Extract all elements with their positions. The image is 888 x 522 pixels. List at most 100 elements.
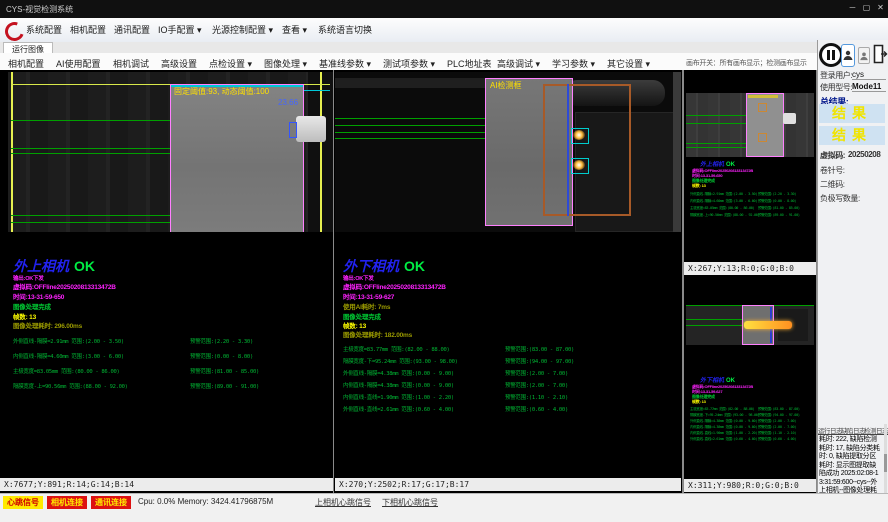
measurement: 内侧直线-隔膜=4.38mm 范围:(0.00 - 9.00): [690, 425, 757, 430]
tool-spotcheck-settings[interactable]: 点检设置 ▾: [209, 57, 252, 70]
minimize-icon[interactable]: ─: [846, 2, 859, 14]
time-line: 时间:13-31-59-650: [13, 291, 64, 301]
pause-icon: [827, 50, 830, 60]
tool-camera-config[interactable]: 相机配置: [8, 57, 44, 70]
app-window: CYS-视觉检测系统 ─ ▢ ✕ 系统配置 相机配置 通讯配置 IO手配置 ▾ …: [0, 0, 888, 522]
left-camera-image[interactable]: 固定阈值:93, 动态阈值:100 23.66: [8, 72, 333, 232]
user-icon: [842, 49, 854, 61]
warning-range: 预警范围:(1.10 - 2.10): [758, 431, 796, 436]
toolbar: 相机配置 AI使用配置 相机调试 高级设置 点检设置 ▾ 图像处理 ▾ 基准线参…: [0, 53, 817, 71]
middle-camera-title: 外下相机OK: [343, 256, 425, 276]
measurement: 外侧直线-直线=2.61mm 范围:(0.60 - 4.00): [690, 437, 757, 442]
warning-range: 预警范围:(94.00 - 97.00): [758, 413, 800, 418]
measurement: 外侧直线-隔膜=4.38mm 范围:(0.00 - 9.00): [690, 419, 757, 424]
panel-divider: [682, 70, 684, 493]
measurement: 隔膜宽度-上=90.56mm 范围:(88.00 - 92.00): [690, 213, 759, 218]
measurement: 外侧直线-直线=2.61mm 范围:(0.60 - 4.00): [343, 405, 454, 413]
measurement: 隔膜宽度-下=95.24mm 范围:(93.00 - 98.00): [690, 413, 759, 418]
window-title: CYS-视觉检测系统: [6, 4, 73, 15]
lower-result-box: 结果: [819, 126, 885, 145]
title-bar: CYS-视觉检测系统 ─ ▢ ✕: [0, 0, 888, 18]
pause-icon: [832, 50, 835, 60]
warning-range: 预警范围:(1.10 - 2.10): [505, 393, 568, 401]
menu-light-config[interactable]: 光源控制配置 ▾: [212, 23, 273, 36]
warning-range: 预警范围:(0.60 - 4.00): [758, 437, 796, 442]
menu-bar: 系统配置 相机配置 通讯配置 IO手配置 ▾ 光源控制配置 ▾ 查看 ▾ 系统语…: [0, 18, 888, 43]
machine-edge: [673, 72, 681, 232]
pause-button[interactable]: [819, 43, 843, 67]
barcode-line: 虚拟码:OFFline2025020813313472B: [13, 281, 116, 291]
middle-pixel-coordinates: X:270;Y:2502;R:17;G:17;B:17: [335, 478, 681, 491]
maximize-icon[interactable]: ▢: [860, 2, 873, 14]
machine-rail: [335, 78, 485, 88]
result-ok-badge: OK: [74, 258, 95, 274]
elapsed-line: 图像处理耗时: 296.00ms: [13, 320, 82, 330]
warning-range: 预警范围:(2.00 - 7.00): [758, 419, 796, 424]
lower-camera-heartbeat-link[interactable]: 下相机心跳信号: [382, 497, 438, 508]
model-value[interactable]: Mode11: [852, 82, 886, 92]
menu-camera-config[interactable]: 相机配置: [70, 23, 106, 36]
measurement: 主极宽度=83.77mm 范围:(82.00 - 88.00): [343, 345, 449, 353]
mini-upper-camera-image[interactable]: [686, 93, 814, 157]
measurement: 外侧直线-隔膜=2.91mm 范围:(2.00 - 3.50): [690, 192, 757, 197]
camera-connection-badge: 相机连接: [47, 496, 87, 509]
log-scrollbar-thumb[interactable]: [884, 454, 887, 472]
tool-learning-params[interactable]: 学习参数 ▾: [552, 57, 595, 70]
heartbeat-status-badge: 心跳信号: [3, 496, 43, 509]
tool-ai-config[interactable]: AI使用配置: [56, 57, 101, 70]
virtual-code-label: 虚拟码:: [820, 150, 845, 161]
close-icon[interactable]: ✕: [874, 2, 887, 14]
measurement: 隔膜宽度-上=90.56mm 范围:(88.00 - 92.00): [13, 382, 128, 390]
gripper-connector: [296, 116, 326, 142]
user-secondary-icon: [859, 51, 869, 61]
left-camera-title: 外上相机 OK: [13, 256, 95, 276]
tool-plc-address[interactable]: PLC地址表: [447, 57, 492, 70]
tool-baseline-params[interactable]: 基准线参数 ▾: [319, 57, 371, 70]
mini-upper-title: 外上相机OK: [700, 159, 735, 168]
ai-time-line: 使用AI耗时: 7ms: [343, 301, 390, 311]
gripper-connector: [783, 113, 796, 124]
warning-range: 预警范围:(83.00 - 87.00): [505, 345, 574, 353]
tool-advanced-settings[interactable]: 高级设置: [161, 57, 197, 70]
tool-test-params[interactable]: 测试项参数 ▾: [383, 57, 435, 70]
left-pixel-coordinates: X:7677;Y:891;R:14;G:14;B:14: [0, 478, 333, 491]
reel-number-label: 卷针号:: [820, 165, 845, 176]
tool-image-processing[interactable]: 图像处理 ▾: [264, 57, 307, 70]
mini-lower-title: 外下相机OK: [700, 375, 735, 384]
log-tab-run[interactable]: 运行日志: [818, 425, 842, 435]
measurement: 隔膜宽度-下=95.24mm 范围:(93.00 - 98.00): [343, 357, 458, 365]
warning-range: 预警范围:(81.00 - 85.00): [758, 206, 800, 211]
log-scrollbar[interactable]: [884, 424, 887, 500]
warning-range: 预警范围:(0.00 - 8.00): [758, 199, 796, 204]
camera-name: 外上相机: [13, 258, 69, 274]
overlay-blue-line: [567, 84, 569, 216]
login-user-value[interactable]: cys: [852, 70, 886, 80]
measure-value-overlay: 23.66: [278, 98, 298, 107]
mini-lower-camera-image[interactable]: [686, 305, 814, 345]
menu-view[interactable]: 查看 ▾: [282, 23, 307, 36]
tool-camera-debug[interactable]: 相机调试: [113, 57, 149, 70]
elapsed-line: 图像处理耗时: 182.00ms: [343, 329, 412, 339]
frame-count-line: 帧数: 13: [692, 183, 706, 189]
warning-range: 预警范围:(89.00 - 91.00): [758, 213, 800, 218]
menu-io-config[interactable]: IO手配置 ▾: [158, 23, 202, 36]
canvas-display-options[interactable]: 画布开关：所有画布显示；检测画布显示: [686, 58, 807, 68]
login-user-button[interactable]: [841, 44, 855, 67]
tool-advanced-debug[interactable]: 高级调试 ▾: [497, 57, 540, 70]
menu-system-config[interactable]: 系统配置: [26, 23, 62, 36]
warning-range: 预警范围:(81.00 - 85.00): [190, 367, 259, 375]
upper-camera-heartbeat-link[interactable]: 上相机心跳信号: [315, 497, 371, 508]
time-line: 时间:13-31-59-627: [343, 291, 394, 301]
log-tab-defect[interactable]: 缺陷日志: [841, 425, 865, 435]
cpu-memory-status: Cpu: 0.0% Memory: 3424.41796875M: [138, 497, 273, 506]
tool-other-settings[interactable]: 其它设置 ▾: [607, 57, 650, 70]
exit-button[interactable]: [873, 44, 888, 66]
measurement: 外侧直线-隔膜=2.91mm 范围:(2.00 - 3.50): [13, 337, 124, 345]
weld-spot: [573, 160, 585, 170]
log-area: 运行日志 缺陷日志 检测日志 耗时: 222, 缺陷检测耗时: 17, 缺陷分类…: [818, 425, 884, 501]
warning-range: 预警范围:(0.00 - 8.00): [190, 352, 253, 360]
middle-camera-image[interactable]: AI检测框: [335, 72, 681, 232]
menu-comm-config[interactable]: 通讯配置: [114, 23, 150, 36]
switch-user-button[interactable]: [858, 47, 870, 64]
menu-language-switch[interactable]: 系统语言切换: [318, 23, 372, 36]
